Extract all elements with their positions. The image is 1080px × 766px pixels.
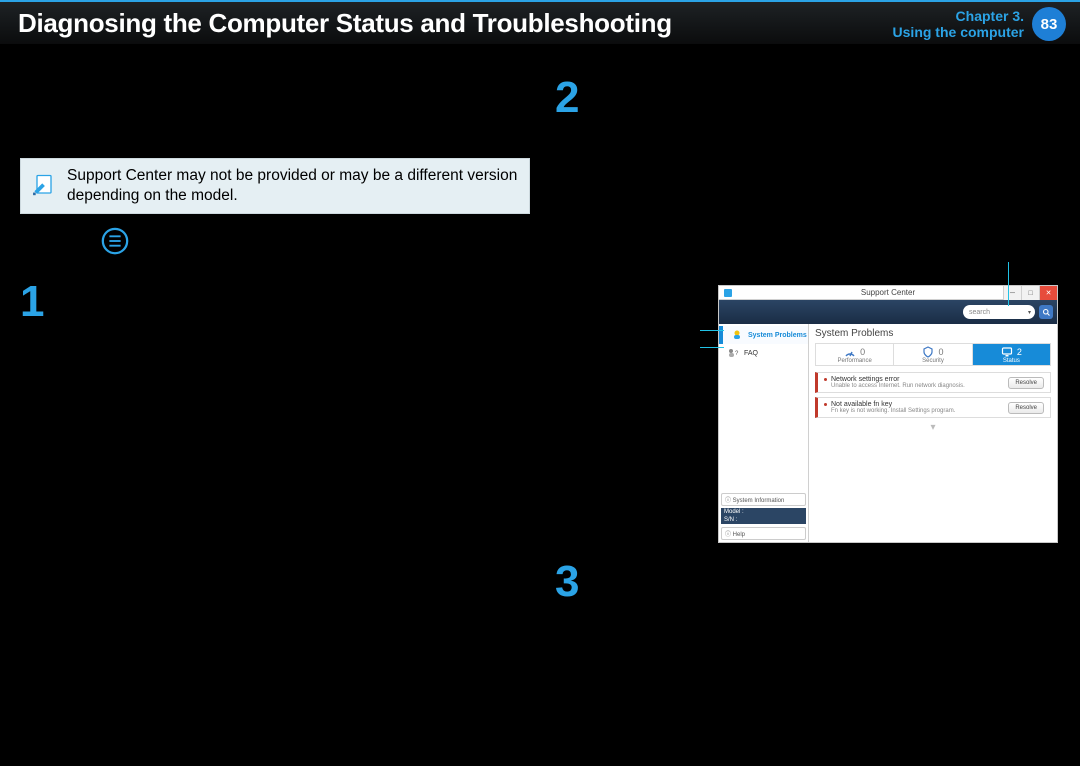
sc-window-title: Support Center <box>861 288 915 297</box>
tab-security-label: Security <box>922 358 944 364</box>
window-buttons: ─ □ ✕ <box>1003 286 1057 300</box>
chevron-down-icon[interactable]: ▾ <box>815 422 1051 433</box>
tab-status-count: 2 <box>1017 347 1022 357</box>
leader-line <box>1008 262 1009 306</box>
sc-main: System Problems 0 Performance <box>809 324 1057 542</box>
monitor-icon <box>1001 346 1013 358</box>
issue-title-1: Not available fn key <box>831 401 1008 408</box>
nav-system-problems[interactable]: System Problems <box>719 326 808 344</box>
sc-search-input[interactable]: search ▾ <box>963 305 1035 319</box>
tab-status[interactable]: 2 Status <box>973 344 1050 365</box>
leader-line <box>700 347 724 348</box>
chapter-line-2: Using the computer <box>893 24 1024 40</box>
maximize-button[interactable]: □ <box>1021 286 1039 300</box>
sc-toolbar: search ▾ <box>719 300 1057 324</box>
sc-search-placeholder: search <box>969 309 990 316</box>
tab-performance-label: Performance <box>837 358 871 364</box>
nav-system-problems-label: System Problems <box>748 332 807 339</box>
shield-person-icon <box>731 329 743 341</box>
shield-icon <box>922 346 934 358</box>
issue-sub-0: Unable to access Internet. Run network d… <box>831 383 1008 389</box>
nav-faq-label: FAQ <box>744 350 758 357</box>
sc-nav: System Problems ? FAQ <box>719 324 808 362</box>
person-q-icon: ? <box>727 347 739 359</box>
left-column: Support Center may not be provided or ma… <box>20 68 540 632</box>
minimize-button[interactable]: ─ <box>1003 286 1021 300</box>
leader-line <box>700 330 724 331</box>
note-box: Support Center may not be provided or ma… <box>20 158 530 214</box>
tab-status-label: Status <box>1003 358 1020 364</box>
sc-sidebar-bottom: ⓘ System Information Model : S/N : ⓘ Hel… <box>719 491 808 542</box>
issue-row-0: Network settings error Unable to access … <box>815 372 1051 393</box>
sc-tabs: 0 Performance 0 Security <box>815 343 1051 366</box>
header-bar: Diagnosing the Computer Status and Troub… <box>0 0 1080 44</box>
tab-performance[interactable]: 0 Performance <box>816 344 894 365</box>
support-center-window: Support Center ─ □ ✕ search ▾ <box>718 285 1058 543</box>
close-button[interactable]: ✕ <box>1039 286 1057 300</box>
sc-app-icon <box>723 288 733 298</box>
tab-security-count: 0 <box>938 347 943 357</box>
issue-title-0: Network settings error <box>831 376 1008 383</box>
all-apps-icon <box>100 226 130 256</box>
sc-body: System Problems ? FAQ ⓘ System Informati… <box>719 324 1057 542</box>
page-number-badge: 83 <box>1032 7 1066 41</box>
svg-text:?: ? <box>735 351 739 357</box>
issue-text-0: Network settings error Unable to access … <box>831 376 1008 389</box>
sc-sidebar: System Problems ? FAQ ⓘ System Informati… <box>719 324 809 542</box>
header-right: Chapter 3. Using the computer 83 <box>893 2 1066 46</box>
note-icon <box>29 171 59 201</box>
sc-titlebar: Support Center ─ □ ✕ <box>719 286 1057 300</box>
sc-search-button[interactable] <box>1039 305 1053 319</box>
nav-faq[interactable]: ? FAQ <box>719 344 808 362</box>
note-text: Support Center may not be provided or ma… <box>67 166 519 206</box>
gauge-icon <box>844 346 856 358</box>
page-title: Diagnosing the Computer Status and Troub… <box>18 8 672 39</box>
chapter-line-1: Chapter 3. <box>893 8 1024 24</box>
issue-row-1: Not available fn key Fn key is not worki… <box>815 397 1051 418</box>
panel-title: System Problems <box>815 328 1051 339</box>
help-link[interactable]: ⓘ Help <box>721 527 806 540</box>
issue-text-1: Not available fn key Fn key is not worki… <box>831 401 1008 414</box>
chapter-block: Chapter 3. Using the computer <box>893 8 1024 40</box>
bullet-icon <box>824 403 827 406</box>
issue-sub-1: Fn key is not working. Install Settings … <box>831 408 1008 414</box>
bullet-icon <box>824 378 827 381</box>
resolve-button-0[interactable]: Resolve <box>1008 377 1044 389</box>
tab-security[interactable]: 0 Security <box>894 344 972 365</box>
tab-performance-count: 0 <box>860 347 865 357</box>
sysinfo-sn: S/N : <box>721 516 806 524</box>
sysinfo-model: Model : <box>721 508 806 516</box>
sysinfo-header: ⓘ System Information <box>721 493 806 506</box>
dropdown-chevron-icon[interactable]: ▾ <box>1028 309 1031 316</box>
resolve-button-1[interactable]: Resolve <box>1008 402 1044 414</box>
